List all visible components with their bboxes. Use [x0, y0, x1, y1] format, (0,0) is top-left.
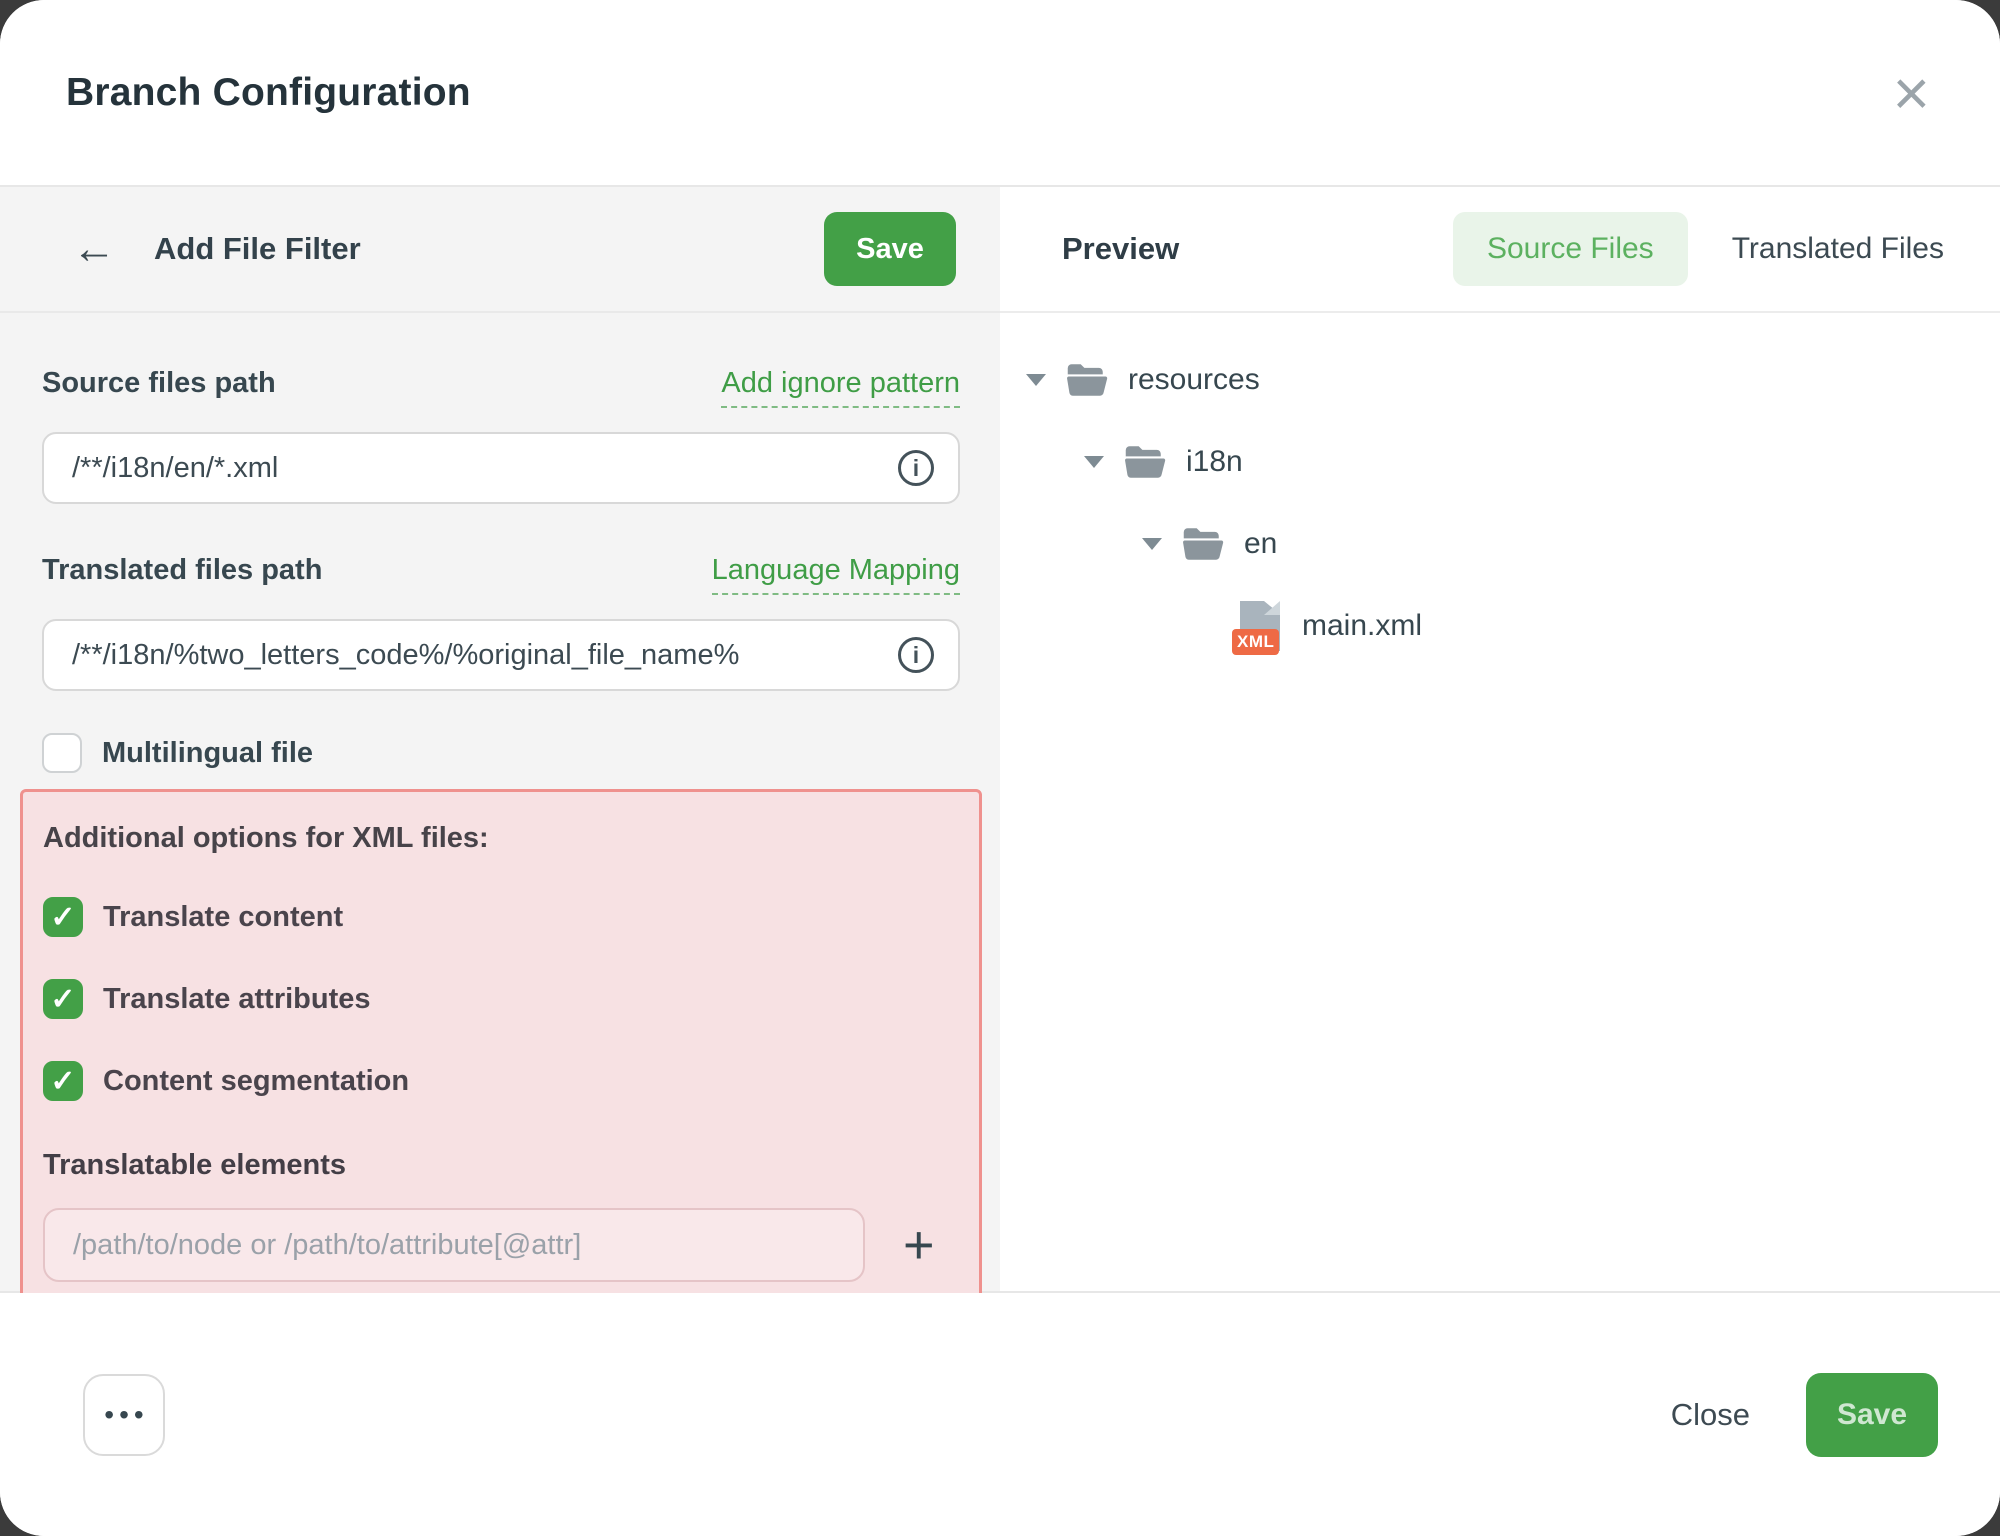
translate-content-checkbox[interactable]: ✓: [43, 897, 83, 937]
translatable-elements-label: Translatable elements: [43, 1149, 961, 1182]
content-segmentation-label: Content segmentation: [103, 1065, 409, 1098]
modal-titlebar: Branch Configuration ×: [0, 0, 2000, 185]
content-segmentation-checkbox[interactable]: ✓: [43, 1061, 83, 1101]
chevron-down-icon[interactable]: [1142, 538, 1162, 550]
tree-row-resources[interactable]: resources: [1026, 339, 2000, 421]
multilingual-label: Multilingual file: [102, 737, 313, 770]
source-path-input[interactable]: [72, 452, 882, 485]
preview-title: Preview: [1062, 231, 1179, 267]
tree-row-i18n[interactable]: i18n: [1026, 421, 2000, 503]
close-button[interactable]: Close: [1671, 1397, 1750, 1433]
chevron-down-icon[interactable]: [1026, 374, 1046, 386]
file-filter-form: Source files path Add ignore pattern i T…: [0, 313, 1000, 1325]
source-path-label: Source files path: [42, 367, 276, 400]
preview-pane: Preview Source Files Translated Files re…: [1000, 187, 2000, 1291]
xml-options-title: Additional options for XML files:: [43, 822, 961, 855]
xml-badge: XML: [1232, 629, 1279, 655]
tab-translated-files[interactable]: Translated Files: [1732, 232, 1944, 266]
multilingual-checkbox[interactable]: [42, 733, 82, 773]
folder-icon: [1066, 362, 1108, 398]
tab-source-files[interactable]: Source Files: [1453, 212, 1688, 286]
close-icon[interactable]: ×: [1893, 61, 1930, 125]
screen-backdrop: Branch Configuration × ← Add File Filter…: [0, 0, 2000, 1536]
translatable-elements-row: +: [43, 1208, 961, 1282]
tree-label: en: [1244, 527, 1277, 561]
file-filter-pane: ← Add File Filter Save Source files path…: [0, 187, 1000, 1291]
file-filter-header: ← Add File Filter Save: [0, 187, 1000, 313]
xml-file-icon: XML: [1240, 601, 1280, 651]
preview-tabs: Source Files Translated Files: [1453, 212, 1944, 286]
source-path-input-wrap: i: [42, 432, 960, 504]
xml-options-panel: Additional options for XML files: ✓ Tran…: [20, 789, 982, 1325]
tree-label: resources: [1128, 363, 1260, 397]
footer-actions: Close Save: [1671, 1373, 1938, 1457]
add-element-icon[interactable]: +: [903, 1218, 935, 1272]
info-icon[interactable]: i: [898, 450, 934, 486]
translate-attributes-row: ✓ Translate attributes: [43, 979, 961, 1019]
tree-label: i18n: [1186, 445, 1243, 479]
translated-path-label: Translated files path: [42, 554, 322, 587]
folder-icon: [1124, 444, 1166, 480]
back-arrow-icon[interactable]: ←: [72, 227, 116, 271]
file-tree: resources i18n: [1000, 313, 2000, 667]
tree-label: main.xml: [1302, 609, 1422, 643]
translated-path-input-wrap: i: [42, 619, 960, 691]
modal-footer: ••• Close Save: [0, 1293, 2000, 1536]
translate-attributes-checkbox[interactable]: ✓: [43, 979, 83, 1019]
language-mapping-link[interactable]: Language Mapping: [712, 554, 960, 595]
chevron-down-icon[interactable]: [1084, 456, 1104, 468]
modal-main: ← Add File Filter Save Source files path…: [0, 185, 2000, 1293]
multilingual-row: Multilingual file: [42, 733, 960, 773]
more-options-button[interactable]: •••: [83, 1374, 165, 1456]
translatable-elements-input[interactable]: [43, 1208, 865, 1282]
preview-header: Preview Source Files Translated Files: [1000, 187, 2000, 313]
translate-attributes-label: Translate attributes: [103, 983, 371, 1016]
modal-title: Branch Configuration: [66, 71, 471, 115]
save-button[interactable]: Save: [1806, 1373, 1938, 1457]
source-path-label-row: Source files path Add ignore pattern: [42, 367, 960, 408]
translated-path-label-row: Translated files path Language Mapping: [42, 554, 960, 595]
translate-content-row: ✓ Translate content: [43, 897, 961, 937]
info-icon[interactable]: i: [898, 637, 934, 673]
filter-save-button[interactable]: Save: [824, 212, 956, 286]
translated-path-input[interactable]: [72, 639, 882, 672]
tree-row-main-xml[interactable]: XML main.xml: [1026, 585, 2000, 667]
branch-configuration-modal: Branch Configuration × ← Add File Filter…: [0, 0, 2000, 1536]
tree-row-en[interactable]: en: [1026, 503, 2000, 585]
folder-icon: [1182, 526, 1224, 562]
content-segmentation-row: ✓ Content segmentation: [43, 1061, 961, 1101]
add-ignore-pattern-link[interactable]: Add ignore pattern: [721, 367, 960, 408]
file-filter-title: Add File Filter: [154, 231, 361, 267]
translate-content-label: Translate content: [103, 901, 343, 934]
